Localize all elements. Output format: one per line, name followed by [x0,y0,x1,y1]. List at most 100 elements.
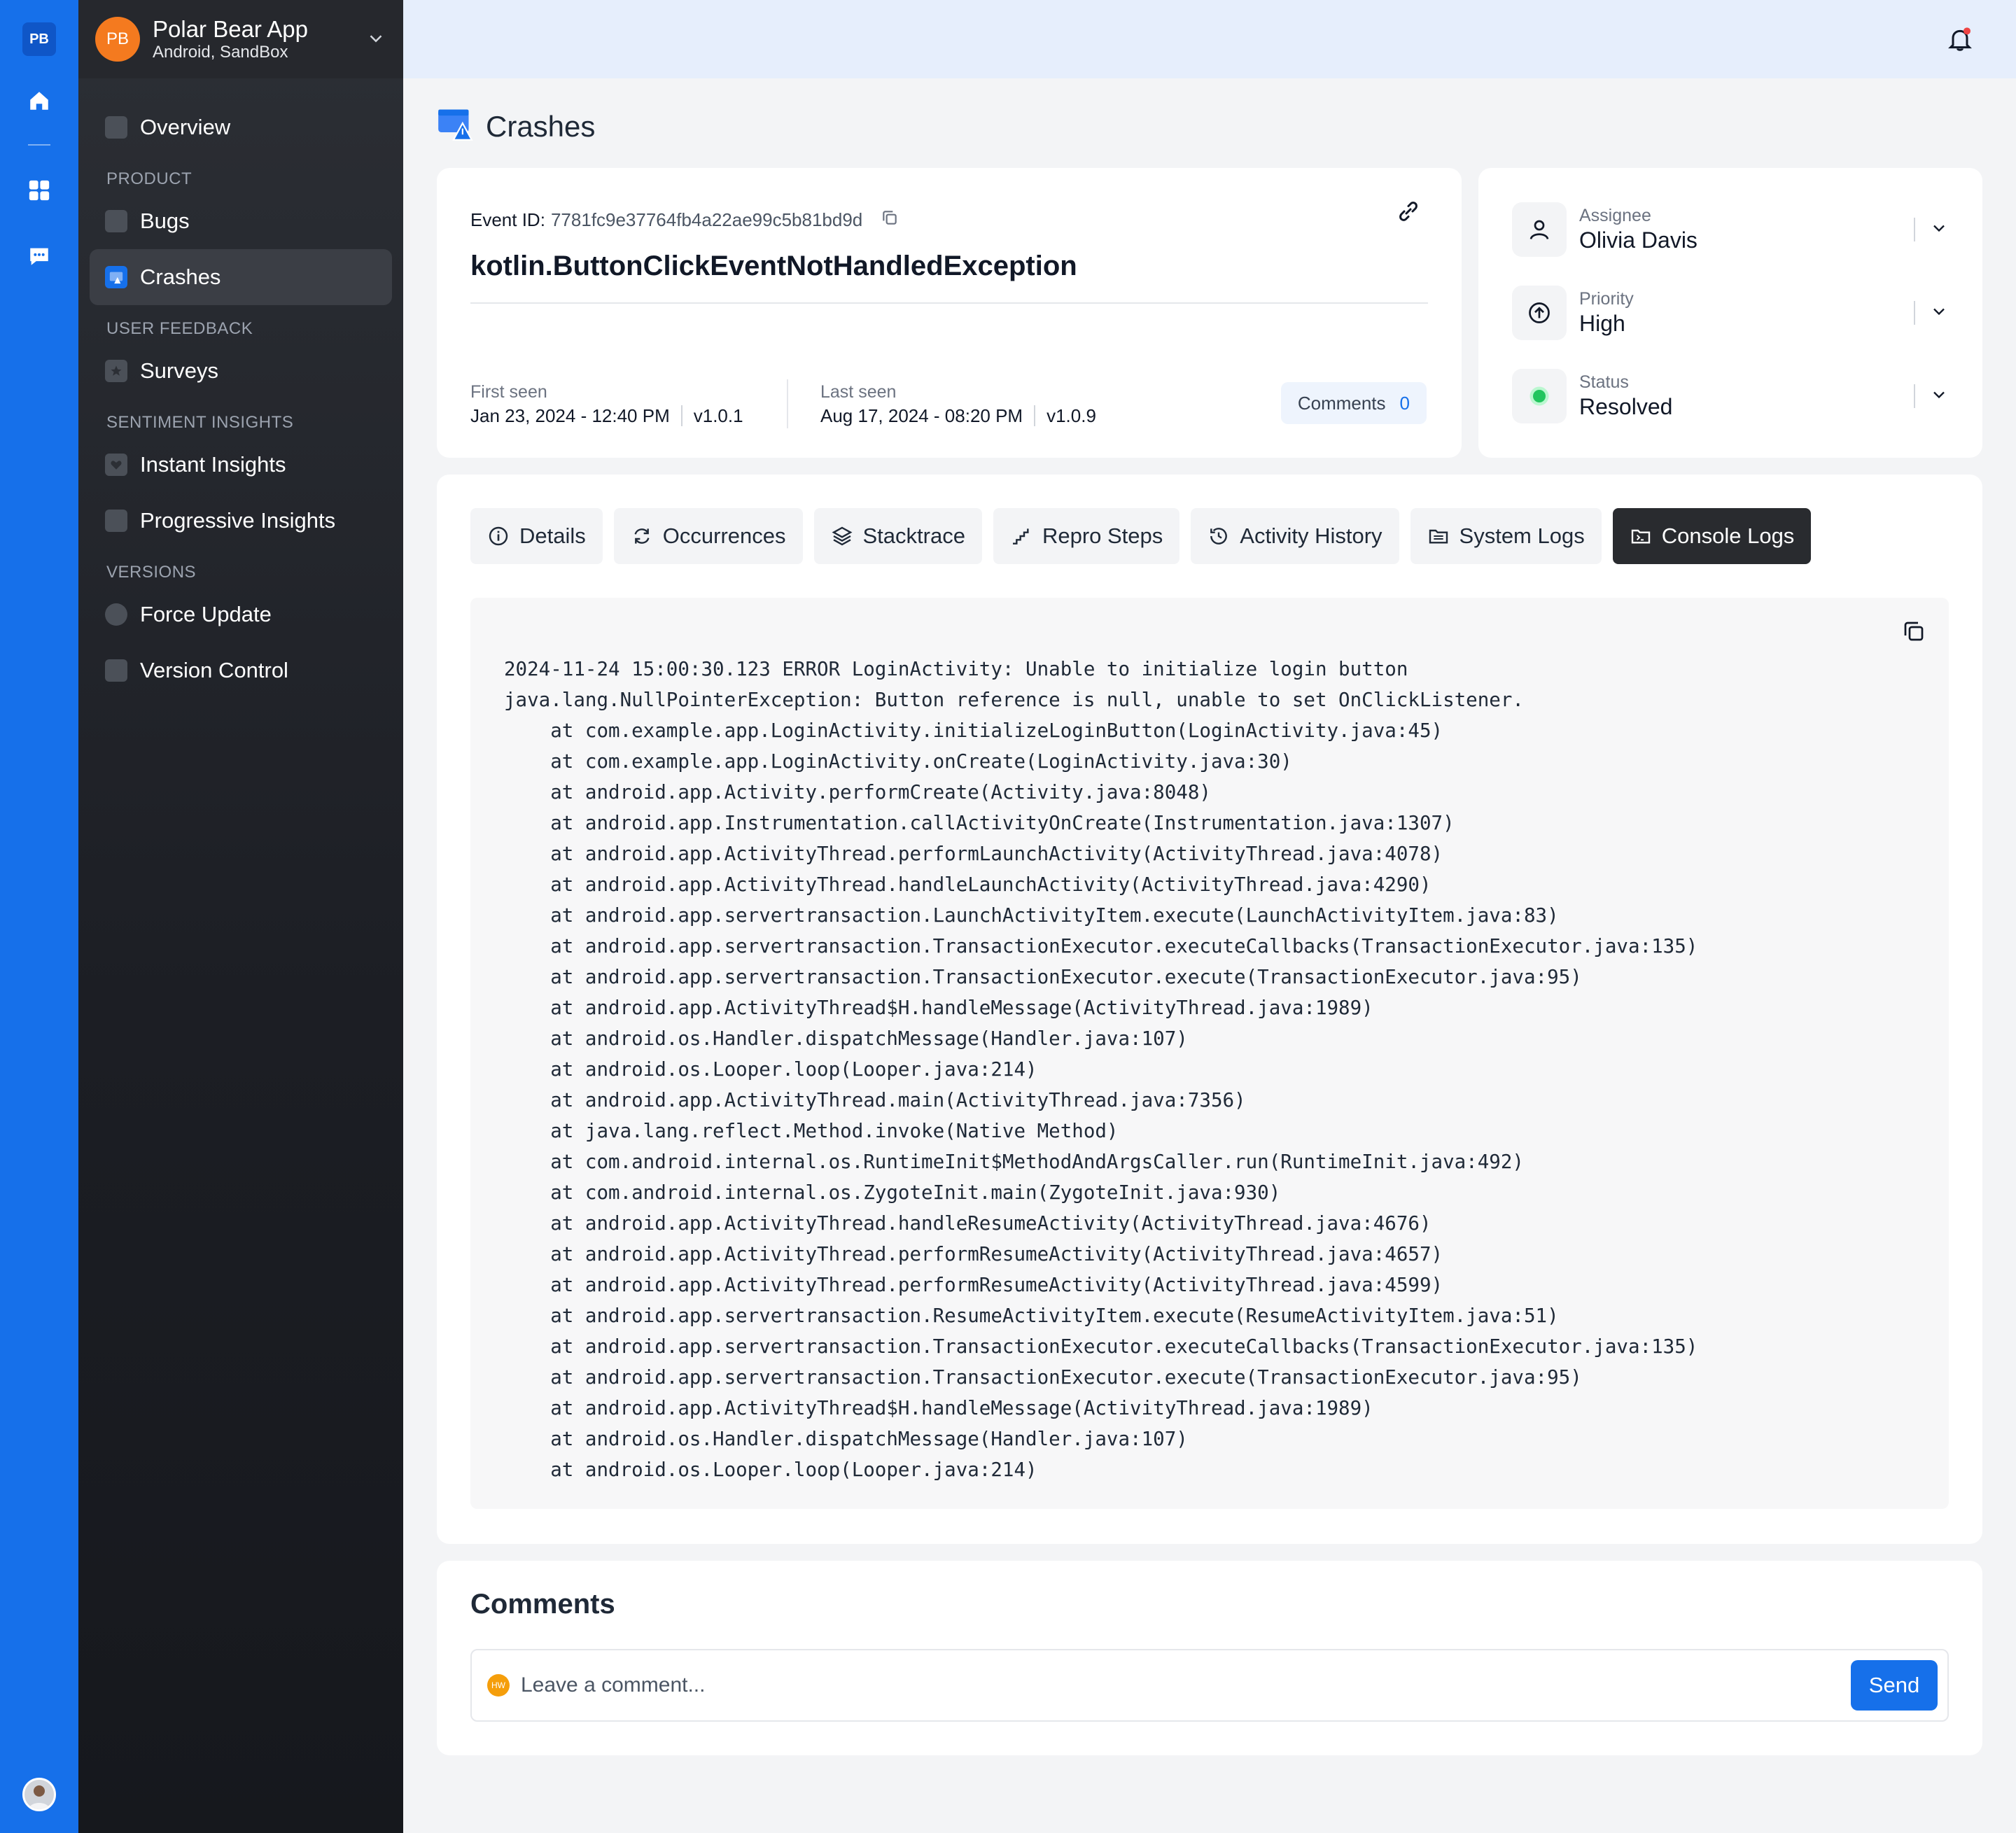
app-name: Polar Bear App [153,16,308,42]
bell-icon[interactable] [1946,25,1974,53]
home-icon[interactable] [25,87,53,115]
section-product: PRODUCT [106,169,192,188]
user-icon [1512,202,1567,257]
sidebar-item-label: Surveys [140,358,218,383]
comment-input[interactable] [521,1673,1851,1697]
sidebar-item-label: Progressive Insights [140,508,336,533]
box-icon [105,659,127,682]
last-seen-label: Last seen [820,382,897,402]
workspace-badge[interactable]: PB [22,22,56,56]
tab-stacktrace[interactable]: Stacktrace [813,508,982,564]
comments-label: Comments [1297,392,1386,414]
status-dropdown[interactable]: Status Resolved [1512,367,1949,426]
comment-composer: HW Send [470,1649,1949,1722]
rail-divider [28,144,50,146]
overview-icon [105,116,127,139]
status-label: Status [1579,372,1629,392]
arrow-up-circle-icon [1512,286,1567,340]
tab-console-logs[interactable]: Console Logs [1612,508,1812,564]
sidebar: PB Polar Bear App Android, SandBox Overv… [78,0,403,1833]
page-title-text: Crashes [486,110,596,143]
page-title: Crashes [437,105,595,148]
sidebar-item-label: Overview [140,115,231,139]
assignee-dropdown[interactable]: Assignee Olivia Davis [1512,200,1949,259]
tab-label: Occurrences [662,524,786,548]
chevron-down-icon[interactable] [1929,385,1949,408]
priority-label: Priority [1579,289,1634,309]
tab-details[interactable]: Details [470,508,603,564]
layers-icon [831,525,853,547]
section-user-feedback: USER FEEDBACK [106,319,253,338]
first-seen-label: First seen [470,382,547,402]
sidebar-item-progressive-insights[interactable]: Progressive Insights [90,493,392,549]
commenter-avatar: HW [487,1674,510,1697]
user-avatar[interactable] [22,1778,56,1811]
app-subtitle: Android, SandBox [153,43,288,62]
grid-icon[interactable] [25,176,53,204]
console-log-viewer[interactable]: 2024-11-24 15:00:30.123 ERROR LoginActiv… [470,598,1949,1509]
last-seen-version: v1.0.9 [1034,405,1096,426]
event-id-label: Event ID: [470,209,545,230]
sidebar-item-version-control[interactable]: Version Control [90,642,392,698]
event-meta-card: Assignee Olivia Davis Priority High Stat… [1478,168,1982,458]
tab-label: Repro Steps [1042,524,1163,548]
chevron-down-icon[interactable] [365,28,386,52]
tab-bar: Details Occurrences Stacktrace Repro Ste… [470,508,1812,564]
last-seen-value: Aug 17, 2024 - 08:20 PM [820,405,1023,426]
sidebar-item-bugs[interactable]: Bugs [90,193,392,249]
sidebar-item-instant-insights[interactable]: Instant Insights [90,437,392,493]
tab-system-logs[interactable]: System Logs [1410,508,1602,564]
crash-icon [105,266,127,288]
tab-label: System Logs [1459,524,1585,548]
heart-icon [105,454,127,476]
send-button[interactable]: Send [1851,1660,1938,1711]
assignee-label: Assignee [1579,206,1651,225]
link-icon[interactable] [1396,199,1421,227]
app-switcher[interactable]: PB Polar Bear App Android, SandBox [78,0,403,78]
tab-label: Console Logs [1661,524,1795,548]
exception-name: kotlin.ButtonClickEventNotHandledExcepti… [470,251,1077,281]
crash-icon [437,105,473,148]
sidebar-item-force-update[interactable]: Force Update [90,587,392,642]
last-seen: Last seen Aug 17, 2024 - 08:20 PM v1.0.9 [820,381,1096,428]
terminal-folder-icon [1630,525,1652,547]
section-sentiment-insights: SENTIMENT INSIGHTS [106,413,294,432]
folder-icon [1427,525,1450,547]
section-versions: VERSIONS [106,563,197,582]
divider [787,379,788,428]
sidebar-item-label: Bugs [140,209,190,233]
chevron-down-icon[interactable] [1929,218,1949,241]
link-chain-icon [105,510,127,532]
event-id: Event ID: 7781fc9e37764fb4a22ae99c5b81bd… [470,209,899,232]
assignee-value: Olivia Davis [1579,227,1698,253]
tab-label: Activity History [1240,524,1382,548]
priority-dropdown[interactable]: Priority High [1512,283,1949,342]
first-seen-value: Jan 23, 2024 - 12:40 PM [470,405,670,426]
tab-activity-history[interactable]: Activity History [1191,508,1399,564]
upload-icon [105,603,127,626]
copy-icon[interactable] [1901,619,1926,647]
tab-repro-steps[interactable]: Repro Steps [993,508,1180,564]
sidebar-item-surveys[interactable]: Surveys [90,343,392,399]
steps-icon [1010,525,1032,547]
comments-count-button[interactable]: Comments 0 [1280,382,1427,424]
chat-icon[interactable] [25,242,53,270]
sidebar-nav: Overview PRODUCT Bugs Crashes USER FEEDB… [78,78,403,698]
tab-occurrences[interactable]: Occurrences [613,508,803,564]
divider [1914,384,1915,408]
history-icon [1208,525,1230,547]
chevron-down-icon[interactable] [1929,302,1949,325]
event-card: Event ID: 7781fc9e37764fb4a22ae99c5b81bd… [437,168,1462,458]
divider [1914,301,1915,325]
event-id-value: 7781fc9e37764fb4a22ae99c5b81bd9d [550,209,863,230]
bug-icon [105,210,127,232]
top-bar [403,0,2016,78]
app-logo: PB [95,17,140,62]
status-value: Resolved [1579,394,1673,419]
status-dot-icon [1512,369,1567,423]
priority-value: High [1579,311,1625,336]
sidebar-item-crashes[interactable]: Crashes [90,249,392,305]
sidebar-item-overview[interactable]: Overview [90,99,392,155]
sidebar-item-label: Instant Insights [140,452,286,477]
copy-icon[interactable] [881,209,899,232]
